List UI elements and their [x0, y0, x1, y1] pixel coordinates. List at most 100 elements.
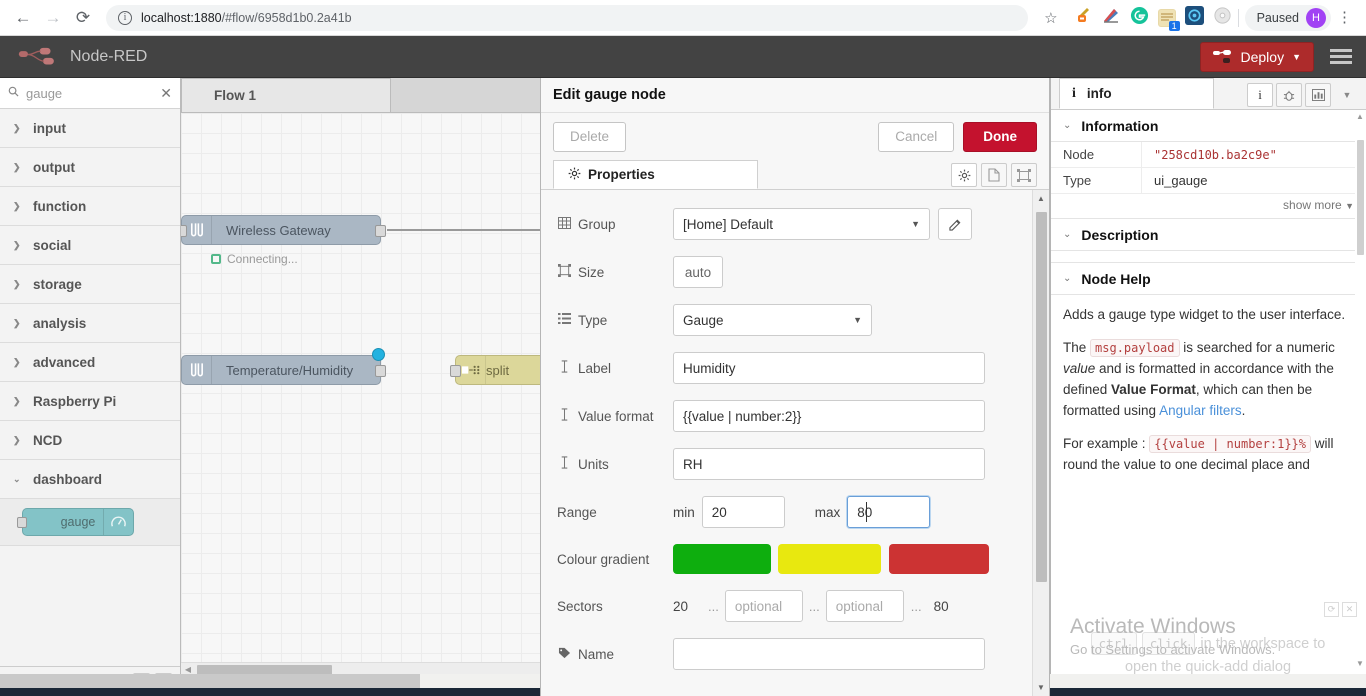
properties-tab-icon[interactable]	[951, 163, 977, 187]
palette-category-label: input	[33, 120, 66, 136]
scroll-thumb[interactable]	[197, 664, 332, 675]
grammarly-extension-icon[interactable]	[1130, 6, 1149, 30]
sectors-optional-2-input[interactable]: optional	[825, 590, 904, 622]
dialog-toolbar: Delete Cancel Done	[541, 113, 1049, 160]
info-panel-icon[interactable]: i	[1247, 83, 1273, 107]
site-info-icon[interactable]: i	[118, 10, 132, 25]
dialog-scrollbar[interactable]: ▲ ▼	[1032, 190, 1049, 696]
size-button[interactable]: auto	[673, 256, 723, 288]
type-select[interactable]: Gauge ▼	[673, 304, 872, 336]
deploy-button[interactable]: Deploy ▼	[1200, 41, 1314, 72]
chevron-right-icon: ❯	[13, 317, 21, 328]
group-select[interactable]: [Home] Default ▼	[673, 208, 930, 240]
address-bar[interactable]: i localhost:1880/#flow/6958d1b0.2a41b	[106, 4, 1029, 31]
scroll-down-icon[interactable]: ▼	[1356, 659, 1364, 668]
palette-category-input[interactable]: ❯ input	[0, 109, 180, 148]
info-tab-bar: i info i ▼	[1051, 78, 1366, 110]
node-output-port[interactable]	[375, 225, 386, 237]
cancel-button[interactable]: Cancel	[878, 121, 955, 152]
eyedropper-extension-icon[interactable]	[1072, 5, 1092, 30]
gradient-swatch-red[interactable]	[889, 544, 989, 574]
bookmark-star-icon[interactable]: ☆	[1036, 9, 1065, 27]
palette-category-function[interactable]: ❯ function	[0, 187, 180, 226]
value-format-input-value: {{value | number:2}}	[683, 408, 802, 424]
range-min-value: 20	[711, 504, 727, 520]
scroll-up-icon[interactable]: ▲	[1033, 190, 1049, 207]
dashboard-icon[interactable]	[1305, 83, 1331, 107]
back-arrow-icon[interactable]: ←	[8, 3, 38, 33]
tab-properties[interactable]: Properties	[553, 160, 758, 189]
range-min-input[interactable]: 20	[701, 496, 785, 528]
appearance-tab-icon[interactable]	[1011, 163, 1037, 187]
info-icon: i	[1072, 85, 1076, 101]
tag-icon	[557, 647, 571, 662]
palette-category-raspberry-pi[interactable]: ❯ Raspberry Pi	[0, 382, 180, 421]
palette-category-label: storage	[33, 276, 82, 292]
palette-search-input[interactable]: gauge	[26, 86, 153, 101]
show-more-button[interactable]: show more ▼	[1051, 194, 1366, 218]
palette-search[interactable]: gauge ✕	[0, 78, 180, 109]
palette-category-output[interactable]: ❯ output	[0, 148, 180, 187]
app-title: Node-RED	[70, 47, 148, 65]
palette-node-gauge[interactable]: gauge	[17, 508, 134, 536]
reload-icon[interactable]: ⟳	[68, 3, 98, 33]
angular-filters-link[interactable]: Angular filters	[1159, 403, 1242, 418]
sectors-optional-1-input[interactable]: optional	[724, 590, 803, 622]
main-menu-icon[interactable]	[1328, 45, 1354, 68]
range-max-input[interactable]: 80	[847, 496, 931, 528]
clear-search-icon[interactable]: ✕	[160, 85, 172, 102]
palette-category-ncd[interactable]: ❯ NCD	[0, 421, 180, 460]
gradient-swatch-green[interactable]	[673, 544, 771, 574]
section-information[interactable]: ⌄ Information	[1051, 110, 1366, 142]
node-input-port[interactable]	[181, 225, 187, 237]
chrome-menu-icon[interactable]: ⋮	[1331, 10, 1358, 25]
units-input[interactable]: RH	[673, 448, 985, 480]
dialog-scroll-thumb[interactable]	[1036, 212, 1047, 582]
scroll-down-icon[interactable]: ▼	[1033, 679, 1049, 696]
delete-button[interactable]: Delete	[553, 121, 627, 152]
palette-category-analysis[interactable]: ❯ analysis	[0, 304, 180, 343]
flow-node-wireless-gateway[interactable]: Wireless Gateway	[181, 215, 386, 245]
field-label-range: Range	[557, 505, 673, 520]
info-scrollbar[interactable]: ▲ ▼	[1355, 110, 1366, 696]
info-scroll-thumb[interactable]	[1357, 140, 1364, 255]
bluetooth-extension-icon[interactable]	[1184, 5, 1204, 30]
forward-arrow-icon: →	[44, 7, 62, 27]
debug-icon[interactable]	[1276, 83, 1302, 107]
done-button[interactable]: Done	[963, 121, 1037, 152]
section-description[interactable]: ⌄ Description	[1051, 219, 1366, 251]
disc-extension-icon[interactable]	[1213, 6, 1232, 30]
flow-node-temperature-humidity[interactable]: Temperature/Humidity	[181, 348, 386, 385]
colorpick-extension-icon[interactable]	[1101, 5, 1121, 30]
chevron-down-icon[interactable]: ▼	[1334, 83, 1360, 107]
section-node-help[interactable]: ⌄ Node Help	[1051, 263, 1366, 295]
palette-category-advanced[interactable]: ❯ advanced	[0, 343, 180, 382]
field-label-value-format: Value format	[557, 408, 673, 424]
palette-category-storage[interactable]: ❯ storage	[0, 265, 180, 304]
palette-category-dashboard[interactable]: ⌄ dashboard	[0, 460, 180, 499]
palette-category-label: social	[33, 237, 72, 253]
node-input-port[interactable]	[450, 365, 461, 377]
node-output-port[interactable]	[375, 365, 386, 377]
gradient-swatch-yellow[interactable]	[778, 544, 881, 574]
sectors-end-value: 80	[933, 598, 949, 614]
label-input[interactable]: Humidity	[673, 352, 985, 384]
tab-info[interactable]: i info	[1059, 78, 1214, 109]
text-cursor-icon	[557, 360, 571, 376]
chevron-right-icon: ❯	[13, 278, 21, 289]
info-value-type: ui_gauge	[1141, 168, 1366, 193]
flow-node-split[interactable]: split	[450, 355, 547, 385]
palette-category-social[interactable]: ❯ social	[0, 226, 180, 265]
name-input[interactable]	[673, 638, 985, 670]
value-format-input[interactable]: {{value | number:2}}	[673, 400, 985, 432]
flow-tab-flow-1[interactable]: Flow 1	[181, 78, 391, 112]
field-row-name: Name	[541, 638, 1049, 670]
description-tab-icon[interactable]	[981, 163, 1007, 187]
edit-group-button[interactable]	[938, 208, 972, 240]
scroll-up-icon[interactable]: ▲	[1356, 112, 1364, 121]
field-row-range: Range min 20 max 80	[541, 496, 1049, 528]
notes-extension-icon[interactable]: 1	[1157, 8, 1180, 31]
profile-chip[interactable]: Paused H	[1244, 4, 1331, 31]
scroll-left-icon[interactable]: ◀	[181, 665, 195, 674]
chevron-down-icon[interactable]: ▼	[1292, 52, 1301, 62]
